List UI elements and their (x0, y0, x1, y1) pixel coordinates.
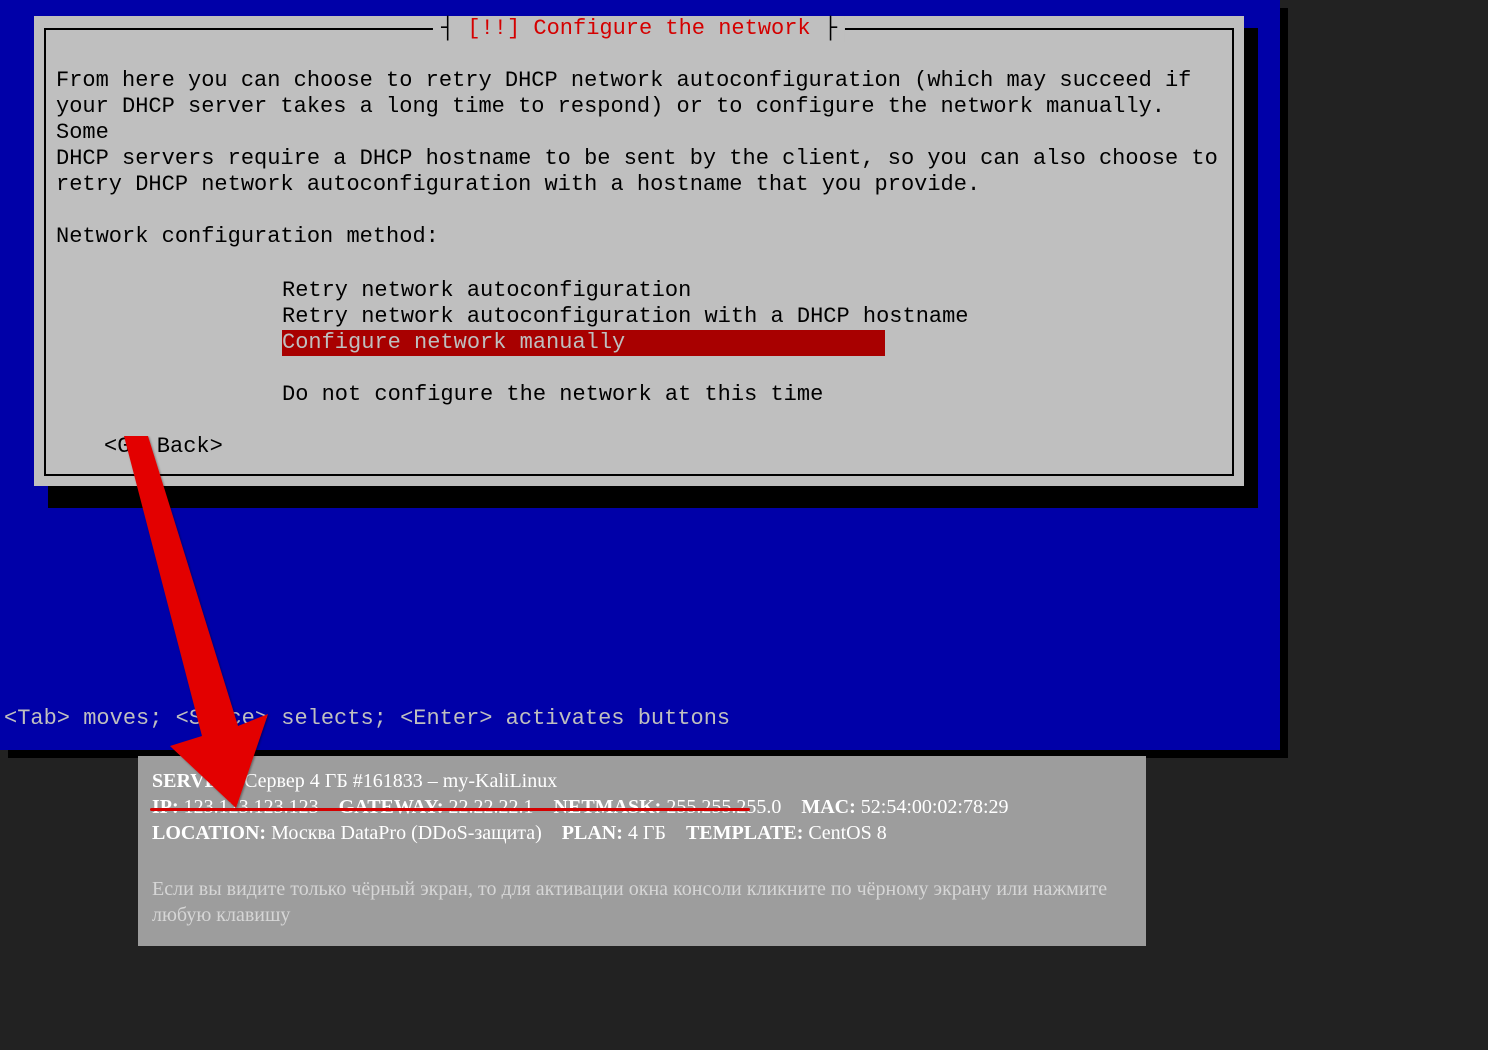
plan-label: PLAN: (562, 822, 623, 844)
highlight-underline (150, 808, 750, 811)
ip-label: IP: (152, 796, 179, 818)
mac-label: MAC: (801, 796, 855, 818)
dialog-description: From here you can choose to retry DHCP n… (56, 68, 1222, 198)
server-info-panel: SERVER: Сервер 4 ГБ #161833 – my-KaliLin… (138, 756, 1146, 946)
gateway-value: 22.22.22.1 (449, 796, 534, 818)
dialog-prompt: Network configuration method: (56, 224, 1222, 250)
dialog-title-prefix: [!!] (467, 16, 520, 41)
netmask-value: 255.255.255.0 (666, 796, 781, 818)
template-label: TEMPLATE: (686, 822, 803, 844)
network-config-dialog: ┤ [!!] Configure the network ├ From here… (34, 16, 1244, 486)
location-label: LOCATION: (152, 822, 266, 844)
go-back-button[interactable]: <Go Back> (104, 434, 1222, 460)
menu-options: Retry network autoconfiguration Retry ne… (282, 278, 1222, 408)
server-label: SERVER: (152, 770, 239, 792)
dialog-body: From here you can choose to retry DHCP n… (56, 68, 1222, 460)
template-value: CentOS 8 (808, 822, 886, 844)
keyboard-hint: <Tab> moves; <Space> selects; <Enter> ac… (4, 706, 730, 732)
server-value: Сервер 4 ГБ #161833 – my-KaliLinux (244, 770, 557, 792)
option-skip-network[interactable]: Do not configure the network at this tim… (282, 382, 1222, 408)
option-retry-autoconfig[interactable]: Retry network autoconfiguration (282, 278, 1222, 304)
plan-value: 4 ГБ (628, 822, 666, 844)
mac-value: 52:54:00:02:78:29 (861, 796, 1009, 818)
console-note: Если вы видите только чёрный экран, то д… (152, 876, 1132, 928)
netmask-label: NETMASK: (554, 796, 662, 818)
location-value: Москва DataPro (DDoS-защита) (271, 822, 542, 844)
option-retry-hostname[interactable]: Retry network autoconfiguration with a D… (282, 304, 1222, 330)
installer-console: ┤ [!!] Configure the network ├ From here… (0, 0, 1290, 758)
ip-value: 123.123.123.123 (184, 796, 319, 818)
dialog-title: ┤ [!!] Configure the network ├ (433, 16, 845, 42)
dialog-title-text: Configure the network (533, 16, 810, 41)
gateway-label: GATEWAY: (339, 796, 444, 818)
console-screen[interactable]: ┤ [!!] Configure the network ├ From here… (0, 0, 1280, 750)
option-configure-manually[interactable]: Configure network manually (282, 330, 885, 356)
